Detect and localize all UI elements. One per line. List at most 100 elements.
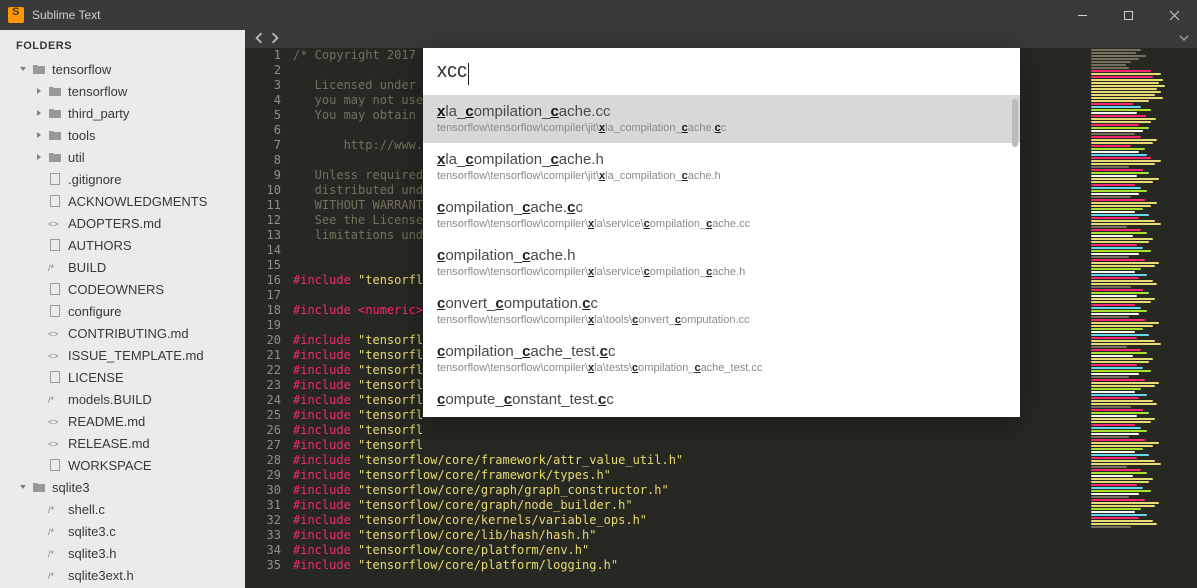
code-line[interactable]: #include "tensorflow/core/graph/graph_co… <box>293 483 1087 498</box>
file-tree-item[interactable]: /*BUILD <box>0 256 245 278</box>
line-number[interactable]: 14 <box>245 243 293 258</box>
line-number[interactable]: 30 <box>245 483 293 498</box>
file-tree-item[interactable]: <>README.md <box>0 410 245 432</box>
titlebar[interactable]: Sublime Text <box>0 0 1197 30</box>
nav-forward-icon[interactable] <box>269 32 281 47</box>
code-line[interactable]: #include "tensorflow/core/lib/hash/hash.… <box>293 528 1087 543</box>
nav-back-icon[interactable] <box>253 32 265 47</box>
line-number[interactable]: 26 <box>245 423 293 438</box>
chevron-right-icon[interactable] <box>34 86 44 96</box>
line-number[interactable]: 29 <box>245 468 293 483</box>
code-line[interactable]: #include "tensorfl <box>293 438 1087 453</box>
line-number[interactable]: 13 <box>245 228 293 243</box>
line-number[interactable]: 22 <box>245 363 293 378</box>
tab-menu-icon[interactable] <box>1179 32 1189 46</box>
code-line[interactable]: #include "tensorflow/core/graph/node_bui… <box>293 498 1087 513</box>
chevron-right-icon[interactable] <box>34 108 44 118</box>
line-number[interactable]: 6 <box>245 123 293 138</box>
line-number[interactable]: 3 <box>245 78 293 93</box>
line-number[interactable]: 8 <box>245 153 293 168</box>
line-number[interactable]: 18 <box>245 303 293 318</box>
code-line[interactable]: #include "tensorfl <box>293 423 1087 438</box>
line-number[interactable]: 9 <box>245 168 293 183</box>
line-number[interactable]: 15 <box>245 258 293 273</box>
file-tree-item[interactable]: /*sqlite3.c <box>0 520 245 542</box>
chevron-right-icon[interactable] <box>34 152 44 162</box>
minimap-line <box>1091 145 1131 147</box>
file-tree-item[interactable]: configure <box>0 300 245 322</box>
file-tree-item[interactable]: /*sqlite3.h <box>0 542 245 564</box>
line-number[interactable]: 7 <box>245 138 293 153</box>
file-tree-item[interactable]: <>CONTRIBUTING.md <box>0 322 245 344</box>
line-number[interactable]: 23 <box>245 378 293 393</box>
line-number[interactable]: 24 <box>245 393 293 408</box>
line-number[interactable]: 31 <box>245 498 293 513</box>
code-line[interactable]: #include "tensorflow/core/platform/loggi… <box>293 558 1087 573</box>
line-number[interactable]: 27 <box>245 438 293 453</box>
minimap-line <box>1091 178 1159 180</box>
folder-tree-item[interactable]: third_party <box>0 102 245 124</box>
folder-icon <box>48 106 62 120</box>
line-number[interactable]: 12 <box>245 213 293 228</box>
line-number[interactable]: 35 <box>245 558 293 573</box>
close-button[interactable] <box>1151 0 1197 30</box>
file-tree-item[interactable]: <>RELEASE.md <box>0 432 245 454</box>
line-number[interactable]: 32 <box>245 513 293 528</box>
line-number[interactable]: 34 <box>245 543 293 558</box>
chevron-right-icon[interactable] <box>34 130 44 140</box>
file-tree-item[interactable]: <>ISSUE_TEMPLATE.md <box>0 344 245 366</box>
file-tree-item[interactable]: /*shell.c <box>0 498 245 520</box>
file-tree-item[interactable]: LICENSE <box>0 366 245 388</box>
file-tree-item[interactable]: ACKNOWLEDGMENTS <box>0 190 245 212</box>
minimap[interactable] <box>1087 48 1197 588</box>
code-line[interactable]: #include "tensorflow/core/framework/attr… <box>293 453 1087 468</box>
chevron-down-icon[interactable] <box>18 64 28 74</box>
file-tree-item[interactable]: CODEOWNERS <box>0 278 245 300</box>
folder-tree-item[interactable]: tools <box>0 124 245 146</box>
line-number[interactable]: 1 <box>245 48 293 63</box>
line-number[interactable]: 17 <box>245 288 293 303</box>
folder-tree-item[interactable]: util <box>0 146 245 168</box>
line-number[interactable]: 5 <box>245 108 293 123</box>
tree-item-label: WORKSPACE <box>68 458 152 473</box>
line-number[interactable]: 16 <box>245 273 293 288</box>
goto-result-item[interactable]: compute_constant_test.cc <box>423 383 1020 417</box>
maximize-button[interactable] <box>1105 0 1151 30</box>
file-tree-item[interactable]: .gitignore <box>0 168 245 190</box>
chevron-down-icon[interactable] <box>18 482 28 492</box>
folder-tree-item[interactable]: tensorflow <box>0 58 245 80</box>
line-number[interactable]: 2 <box>245 63 293 78</box>
minimize-button[interactable] <box>1059 0 1105 30</box>
code-line[interactable]: #include "tensorflow/core/framework/type… <box>293 468 1087 483</box>
line-number[interactable]: 20 <box>245 333 293 348</box>
code-line[interactable]: #include "tensorflow/core/platform/env.h… <box>293 543 1087 558</box>
tab-bar[interactable] <box>245 30 1197 48</box>
goto-result-item[interactable]: xla_compilation_cache.cctensorflow\tenso… <box>423 95 1020 143</box>
goto-result-item[interactable]: convert_computation.cctensorflow\tensorf… <box>423 287 1020 335</box>
line-number[interactable]: 10 <box>245 183 293 198</box>
goto-result-item[interactable]: xla_compilation_cache.htensorflow\tensor… <box>423 143 1020 191</box>
file-tree-item[interactable]: <>ADOPTERS.md <box>0 212 245 234</box>
folder-tree-item[interactable]: tensorflow <box>0 80 245 102</box>
line-number[interactable]: 28 <box>245 453 293 468</box>
goto-result-item[interactable]: compilation_cache.htensorflow\tensorflow… <box>423 239 1020 287</box>
line-number[interactable]: 4 <box>245 93 293 108</box>
file-tree-item[interactable]: /*models.BUILD <box>0 388 245 410</box>
minimap-line <box>1091 217 1139 219</box>
line-number[interactable]: 11 <box>245 198 293 213</box>
tree-item-label: BUILD <box>68 260 106 275</box>
goto-input[interactable]: xcc <box>437 65 469 80</box>
line-number[interactable]: 25 <box>245 408 293 423</box>
line-number[interactable]: 33 <box>245 528 293 543</box>
line-number[interactable]: 19 <box>245 318 293 333</box>
goto-result-item[interactable]: compilation_cache_test.cctensorflow\tens… <box>423 335 1020 383</box>
code-line[interactable]: #include "tensorflow/core/kernels/variab… <box>293 513 1087 528</box>
line-gutter[interactable]: 1234567891011121314151617181920212223242… <box>245 48 293 588</box>
goto-result-item[interactable]: compilation_cache.cctensorflow\tensorflo… <box>423 191 1020 239</box>
scrollbar-thumb[interactable] <box>1012 99 1018 147</box>
file-tree-item[interactable]: /*sqlite3ext.h <box>0 564 245 586</box>
folder-tree-item[interactable]: sqlite3 <box>0 476 245 498</box>
line-number[interactable]: 21 <box>245 348 293 363</box>
file-tree-item[interactable]: WORKSPACE <box>0 454 245 476</box>
file-tree-item[interactable]: AUTHORS <box>0 234 245 256</box>
